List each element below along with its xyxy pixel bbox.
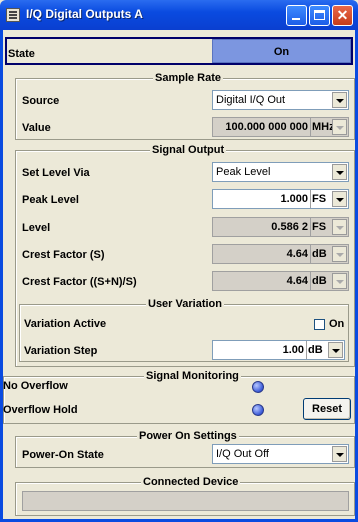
crest-factor-s-unit: dB: [312, 248, 327, 260]
chevron-down-icon: [332, 219, 347, 235]
user-variation-title: User Variation: [146, 298, 224, 311]
power-on-state-value: I/Q Out Off: [216, 448, 269, 460]
connected-device-field: [22, 491, 349, 511]
peak-level-label: Peak Level: [22, 194, 79, 206]
unit-divider: [310, 272, 311, 290]
peak-level-unit: FS: [312, 193, 327, 205]
chevron-down-icon: [332, 273, 347, 289]
variation-step-value: 1.00: [282, 344, 304, 356]
value-label: Value: [22, 122, 51, 134]
connected-device-title: Connected Device: [141, 476, 241, 489]
sample-rate-value: 100.000 000 000: [225, 121, 308, 133]
variation-active-checkbox[interactable]: [314, 319, 325, 330]
chevron-down-icon: [332, 246, 347, 262]
crest-factor-sn-label: Crest Factor ((S+N)/S): [22, 276, 137, 288]
set-level-via-label: Set Level Via: [22, 167, 90, 179]
minimize-button[interactable]: [286, 5, 307, 26]
signal-monitoring-title: Signal Monitoring: [144, 370, 241, 383]
window-title: I/Q Digital Outputs A: [26, 7, 143, 21]
variation-step-field[interactable]: 1.00 dB: [212, 340, 345, 360]
chevron-down-icon[interactable]: [332, 446, 347, 462]
variation-active-checkbox-label: On: [329, 318, 345, 330]
unit-divider: [310, 245, 311, 263]
chevron-down-icon[interactable]: [332, 92, 347, 108]
minimize-icon: [292, 18, 300, 20]
source-combo[interactable]: Digital I/Q Out: [212, 90, 349, 110]
power-on-settings-title: Power On Settings: [137, 430, 239, 443]
crest-factor-s-field: 4.64 dB: [212, 244, 349, 264]
variation-step-unit: dB: [308, 344, 323, 356]
reset-button[interactable]: Reset: [303, 398, 351, 420]
source-value: Digital I/Q Out: [216, 94, 286, 106]
crest-factor-s-value: 4.64: [286, 248, 308, 260]
peak-level-value: 1.000: [280, 193, 308, 205]
crest-factor-sn-value: 4.64: [286, 275, 308, 287]
level-label: Level: [22, 222, 51, 234]
level-field: 0.586 2 FS: [212, 217, 349, 237]
maximize-button[interactable]: [309, 5, 330, 26]
unit-divider: [310, 190, 311, 208]
level-unit: FS: [312, 221, 327, 233]
window-icon[interactable]: [6, 8, 20, 22]
unit-divider: [310, 218, 311, 236]
state-toggle-button[interactable]: On: [212, 39, 351, 63]
crest-factor-s-label: Crest Factor (S): [22, 249, 105, 261]
chevron-down-icon[interactable]: [332, 164, 347, 180]
crest-factor-sn-field: 4.64 dB: [212, 271, 349, 291]
chevron-down-icon[interactable]: [328, 342, 343, 358]
source-label: Source: [22, 95, 60, 107]
unit-divider: [310, 118, 311, 136]
variation-step-label: Variation Step: [24, 345, 98, 357]
no-overflow-led: [252, 381, 264, 393]
variation-active-label: Variation Active: [24, 318, 107, 330]
set-level-via-value: Peak Level: [216, 166, 271, 178]
chevron-down-icon[interactable]: [332, 191, 347, 207]
sample-rate-value-field[interactable]: 100.000 000 000 MHz: [212, 117, 349, 137]
signal-output-title: Signal Output: [150, 144, 227, 157]
overflow-hold-led: [252, 404, 264, 416]
close-button[interactable]: ✕: [332, 5, 353, 26]
set-level-via-combo[interactable]: Peak Level: [212, 162, 349, 182]
peak-level-field[interactable]: 1.000 FS: [212, 189, 349, 209]
close-icon: ✕: [336, 7, 349, 23]
power-on-state-combo[interactable]: I/Q Out Off: [212, 444, 349, 464]
crest-factor-sn-unit: dB: [312, 275, 327, 287]
maximize-icon: [314, 10, 325, 20]
level-value: 0.586 2: [271, 221, 308, 233]
power-on-state-label: Power-On State: [22, 449, 104, 461]
sample-rate-title: Sample Rate: [153, 72, 224, 85]
chevron-down-icon[interactable]: [332, 119, 347, 135]
unit-divider: [306, 341, 307, 359]
overflow-hold-label: Overflow Hold: [3, 404, 78, 416]
no-overflow-label: No Overflow: [3, 380, 68, 392]
state-label: State: [8, 48, 35, 60]
